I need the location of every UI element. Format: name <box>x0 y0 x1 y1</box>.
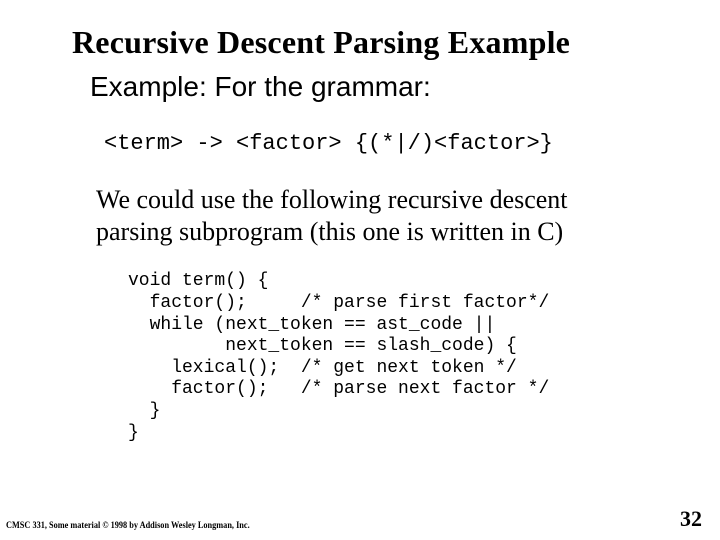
footer-copyright: CMSC 331, Some material © 1998 by Addiso… <box>6 520 250 530</box>
page-number: 32 <box>680 506 702 532</box>
slide-subtitle: Example: For the grammar: <box>90 71 720 103</box>
code-block: void term() { factor(); /* parse first f… <box>128 271 720 444</box>
grammar-rule: <term> -> <factor> {(*|/)<factor>} <box>104 131 720 156</box>
body-paragraph: We could use the following recursive des… <box>96 184 650 247</box>
slide-content: Recursive Descent Parsing Example Exampl… <box>0 0 720 444</box>
slide-title: Recursive Descent Parsing Example <box>72 24 720 61</box>
